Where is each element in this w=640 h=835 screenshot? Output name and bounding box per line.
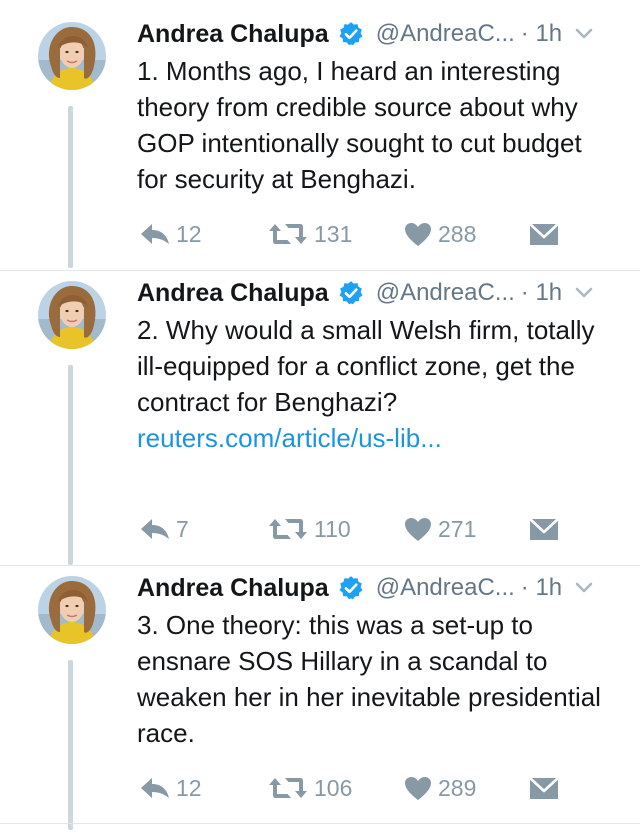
retweet-count: 106 — [314, 774, 353, 801]
author-avatar[interactable] — [38, 576, 106, 644]
envelope-icon — [529, 221, 559, 247]
tweet-header: Andrea Chalupa @AndreaC... · 1h — [137, 572, 620, 604]
tweet-text: 3. One theory: this was a set-up to ensn… — [137, 607, 617, 751]
tweet-body: 3. One theory: this was a set-up to ensn… — [137, 610, 601, 748]
tweet-actions: 12 106 289 — [0, 772, 640, 804]
tweet-body: 1. Months ago, I heard an interesting th… — [137, 56, 582, 194]
author-handle[interactable]: @AndreaC... — [376, 279, 515, 307]
tweet-timestamp[interactable]: · 1h — [521, 574, 562, 602]
tweet-divider — [0, 823, 640, 824]
article-link[interactable]: reuters.com/article/us-lib... — [137, 423, 442, 453]
direct-message-button[interactable] — [529, 218, 559, 250]
author-handle[interactable]: @AndreaC... — [376, 20, 515, 48]
direct-message-button[interactable] — [529, 772, 559, 804]
reply-button[interactable]: 12 — [140, 772, 202, 804]
tweet-divider — [0, 270, 640, 271]
heart-icon — [404, 776, 432, 800]
reply-icon — [140, 777, 170, 799]
like-count: 288 — [438, 220, 477, 247]
tweet-actions: 12 131 288 — [0, 218, 640, 250]
retweet-button[interactable]: 110 — [268, 513, 351, 545]
tweet-header: Andrea Chalupa @AndreaC... · 1h — [137, 18, 620, 50]
reply-button[interactable]: 7 — [140, 513, 189, 545]
chevron-down-icon[interactable] — [574, 283, 594, 303]
author-name[interactable]: Andrea Chalupa — [137, 20, 329, 49]
retweet-count: 131 — [314, 220, 353, 247]
retweet-count: 110 — [314, 515, 351, 542]
like-button[interactable]: 271 — [404, 513, 476, 545]
envelope-icon — [529, 775, 559, 801]
author-avatar[interactable] — [38, 22, 106, 90]
envelope-icon — [529, 516, 559, 542]
like-count: 289 — [438, 774, 477, 801]
tweet-text: 1. Months ago, I heard an interesting th… — [137, 53, 617, 197]
verified-badge-icon — [338, 280, 364, 306]
retweet-button[interactable]: 106 — [268, 772, 352, 804]
tweet-header: Andrea Chalupa @AndreaC... · 1h — [137, 277, 620, 309]
reply-button[interactable]: 12 — [140, 218, 202, 250]
tweet-body: 2. Why would a small Welsh firm, totally… — [137, 315, 595, 417]
tweet-timestamp[interactable]: · 1h — [521, 20, 562, 48]
like-count: 271 — [438, 515, 477, 542]
heart-icon — [404, 222, 432, 246]
tweet-divider — [0, 565, 640, 566]
tweet-timestamp[interactable]: · 1h — [521, 279, 562, 307]
retweet-icon — [268, 776, 308, 800]
retweet-icon — [268, 222, 308, 246]
author-name[interactable]: Andrea Chalupa — [137, 574, 329, 603]
reply-icon — [140, 223, 170, 245]
chevron-down-icon[interactable] — [574, 578, 594, 598]
author-avatar[interactable] — [38, 281, 106, 349]
reply-icon — [140, 518, 170, 540]
heart-icon — [404, 517, 432, 541]
tweet-actions: 7 110 271 — [0, 513, 640, 545]
retweet-button[interactable]: 131 — [268, 218, 352, 250]
reply-count: 7 — [176, 515, 189, 542]
like-button[interactable]: 289 — [404, 772, 476, 804]
retweet-icon — [268, 517, 308, 541]
author-handle[interactable]: @AndreaC... — [376, 574, 515, 602]
chevron-down-icon[interactable] — [574, 24, 594, 44]
direct-message-button[interactable] — [529, 513, 559, 545]
reply-count: 12 — [176, 774, 202, 801]
reply-count: 12 — [176, 220, 202, 247]
verified-badge-icon — [338, 21, 364, 47]
thread-connector-line — [68, 660, 73, 830]
like-button[interactable]: 288 — [404, 218, 476, 250]
verified-badge-icon — [338, 575, 364, 601]
author-name[interactable]: Andrea Chalupa — [137, 279, 329, 308]
tweet-text: 2. Why would a small Welsh firm, totally… — [137, 312, 617, 456]
